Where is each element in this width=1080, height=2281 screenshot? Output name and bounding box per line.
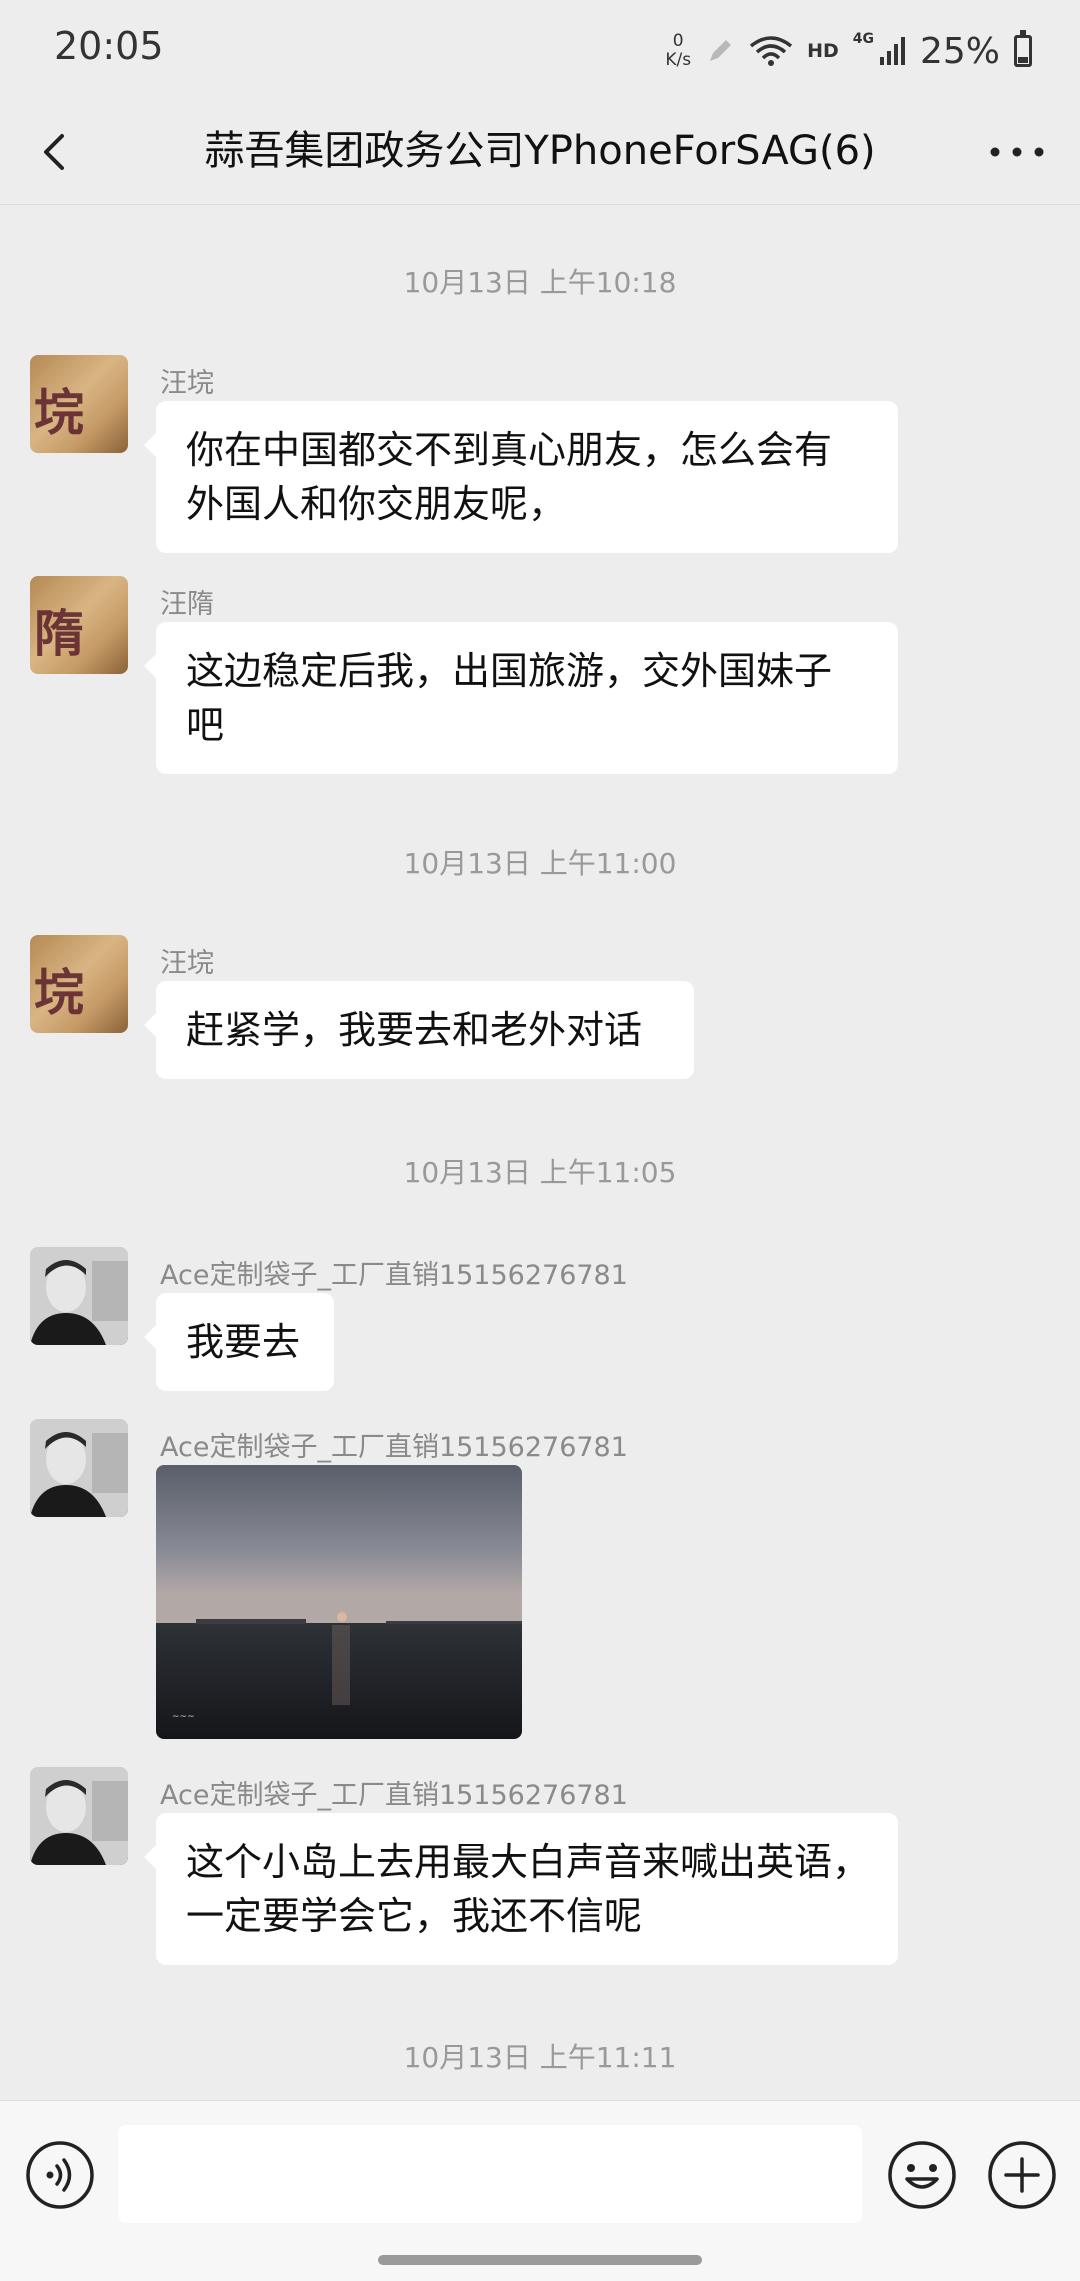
- message-bubble[interactable]: 你在中国都交不到真心朋友，怎么会有 外国人和你交朋友呢，: [144, 401, 898, 553]
- message-input[interactable]: [118, 2125, 862, 2223]
- message-bubble[interactable]: 赶紧学，我要去和老外对话: [144, 981, 694, 1079]
- message-text: 赶紧学，我要去和老外对话: [186, 1008, 643, 1052]
- timestamp: 10月13日 上午10:18: [403, 266, 677, 299]
- avatar-char: 垸: [34, 963, 84, 1022]
- emoji-button[interactable]: [886, 2139, 958, 2211]
- image-message[interactable]: ~~~: [156, 1465, 522, 1739]
- sunset-sea-photo: ~~~: [156, 1465, 522, 1739]
- avatar[interactable]: [30, 1247, 128, 1345]
- signal-icon: [879, 37, 905, 65]
- avatar[interactable]: 垸: [30, 355, 128, 453]
- message-row: Ace定制袋子_工厂直销15156276781 我要去: [0, 1247, 1080, 1391]
- network-speed: 0 K/s: [665, 32, 691, 70]
- avatar-photo-icon: [30, 1767, 128, 1865]
- hd-label: HD: [807, 40, 839, 62]
- message-text-line: 外国人和你交朋友呢，: [186, 482, 567, 526]
- status-icons: 0 K/s HD 4G 25%: [665, 24, 1032, 78]
- more-button[interactable]: [982, 122, 1052, 182]
- avatar[interactable]: [30, 1419, 128, 1517]
- message-text-line: 你在中国都交不到真心朋友，怎么会有: [186, 428, 833, 472]
- message-bubble[interactable]: 这边稳定后我，出国旅游，交外国妹子 吧: [144, 622, 898, 774]
- status-bar: 20:05 0 K/s HD 4G 25%: [0, 0, 1080, 100]
- message-bubble[interactable]: 这个小岛上去用最大白声音来喊出英语， 一定要学会它，我还不信呢: [144, 1813, 898, 1965]
- voice-button[interactable]: [24, 2139, 96, 2211]
- avatar-photo-icon: [30, 1247, 128, 1345]
- chat-title: 蒜吾集团政务公司YPhoneForSAG(6): [204, 128, 876, 174]
- message-text: 我要去: [186, 1320, 301, 1364]
- sender-name: Ace定制袋子_工厂直销15156276781: [160, 1780, 628, 1811]
- back-arrow-icon: [44, 134, 64, 170]
- battery-icon: [1014, 30, 1032, 67]
- network-speed-unit: K/s: [665, 50, 692, 70]
- message-text-line: 这边稳定后我，出国旅游，交外国妹子: [186, 649, 833, 693]
- network-type: 4G: [852, 31, 874, 47]
- message-row: 垸 汪垸 你在中国都交不到真心朋友，怎么会有 外国人和你交朋友呢，: [0, 355, 1080, 555]
- more-dots-icon: [990, 147, 1044, 157]
- voice-icon: [26, 2141, 94, 2209]
- svg-text:~~~: ~~~: [172, 1712, 195, 1722]
- sender-name: 汪垸: [160, 368, 214, 399]
- wifi-icon: [749, 36, 793, 66]
- message-row: Ace定制袋子_工厂直销15156276781 ~~~: [0, 1419, 1080, 1749]
- status-time: 20:05: [54, 24, 164, 68]
- sender-name: Ace定制袋子_工厂直销15156276781: [160, 1432, 628, 1463]
- avatar[interactable]: 隋: [30, 576, 128, 674]
- message-text-line: 吧: [186, 703, 225, 747]
- message-text-line: 这个小岛上去用最大白声音来喊出英语，: [186, 1840, 871, 1884]
- timestamp: 10月13日 上午11:05: [403, 1156, 677, 1189]
- message-bubble[interactable]: 我要去: [144, 1293, 334, 1391]
- message-row: Ace定制袋子_工厂直销15156276781 这个小岛上去用最大白声音来喊出英…: [0, 1767, 1080, 1967]
- emoji-icon: [888, 2141, 956, 2209]
- timestamp: 10月13日 上午11:00: [403, 847, 677, 880]
- battery-level: [1018, 56, 1028, 63]
- pencil-icon: [710, 40, 732, 61]
- back-button[interactable]: [28, 122, 88, 182]
- sender-name: 汪垸: [160, 948, 214, 979]
- input-bar: [0, 2100, 1080, 2281]
- sender-name: Ace定制袋子_工厂直销15156276781: [160, 1260, 628, 1291]
- home-indicator[interactable]: [378, 2255, 702, 2265]
- network-speed-value: 0: [672, 31, 684, 51]
- title-bar: 蒜吾集团政务公司YPhoneForSAG(6): [0, 100, 1080, 205]
- battery-percent: 25%: [919, 30, 1000, 72]
- avatar[interactable]: [30, 1767, 128, 1865]
- add-button[interactable]: [986, 2139, 1058, 2211]
- timestamp: 10月13日 上午11:11: [403, 2041, 677, 2074]
- message-text-line: 一定要学会它，我还不信呢: [186, 1894, 643, 1938]
- avatar-photo-icon: [30, 1419, 128, 1517]
- message-row: 垸 汪垸 赶紧学，我要去和老外对话: [0, 935, 1080, 1079]
- avatar[interactable]: 垸: [30, 935, 128, 1033]
- avatar-char: 垸: [34, 383, 84, 442]
- message-row: 隋 汪隋 这边稳定后我，出国旅游，交外国妹子 吧: [0, 576, 1080, 776]
- message-list[interactable]: 10月13日 上午10:18 垸 汪垸 你在中国都交不到真心朋友，怎么会有 外国…: [0, 205, 1080, 2100]
- sender-name: 汪隋: [160, 589, 214, 620]
- plus-icon: [988, 2141, 1056, 2209]
- avatar-char: 隋: [34, 604, 84, 663]
